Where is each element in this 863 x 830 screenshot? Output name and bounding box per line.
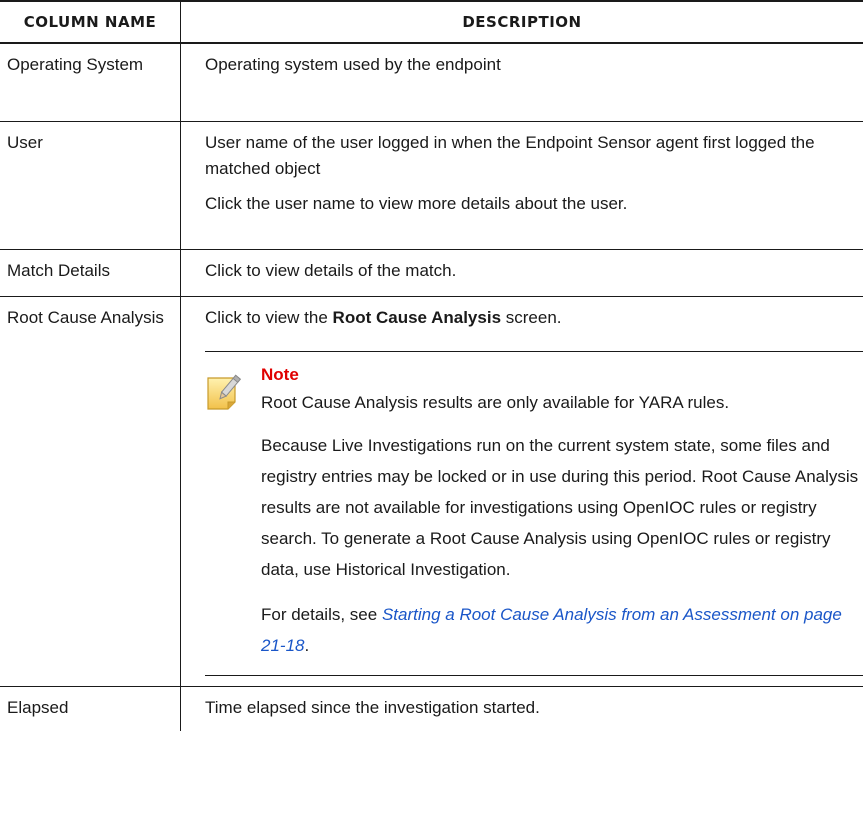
table-row: Match Details Click to view details of t… (0, 249, 863, 297)
header-column-name: Column Name (0, 0, 181, 44)
note-paragraph: Because Live Investigations run on the c… (261, 435, 859, 579)
note-paragraph: For details, see Starting a Root Cause A… (261, 599, 863, 661)
description-text: Click the user name to view more details… (205, 193, 628, 213)
note-paragraph: Root Cause Analysis results are only ava… (261, 392, 730, 412)
table-row: Root Cause Analysis Click to view the Ro… (0, 296, 863, 687)
note-pencil-icon (205, 362, 261, 661)
row-name: Root Cause Analysis (0, 296, 181, 687)
column-description-table: Column Name Description Operating System… (0, 0, 863, 731)
note-body: Note Root Cause Analysis results are onl… (261, 362, 863, 661)
table-row: Elapsed Time elapsed since the investiga… (0, 686, 863, 731)
header-description: Description (180, 0, 863, 44)
details-suffix: . (304, 635, 310, 655)
description-text: Click to view the Root Cause Analysis sc… (205, 305, 863, 331)
row-description: User name of the user logged in when the… (180, 121, 863, 250)
description-text: Operating system used by the endpoint (205, 55, 501, 74)
description-prefix: Click to view the (205, 307, 333, 327)
term-root-cause-analysis: Root Cause Analysis (332, 307, 502, 327)
note-box: Note Root Cause Analysis results are onl… (205, 350, 863, 676)
note-title: Note (261, 364, 299, 384)
row-name: Match Details (0, 249, 181, 297)
table-row: Operating System Operating system used b… (0, 43, 863, 122)
table-row: User User name of the user logged in whe… (0, 121, 863, 250)
description-text: Time elapsed since the investigation sta… (205, 697, 540, 717)
description-suffix: screen. (501, 307, 562, 327)
row-name: Elapsed (0, 686, 181, 731)
document-page: Column Name Description Operating System… (0, 0, 863, 830)
row-name: User (0, 121, 181, 250)
description-text: User name of the user logged in when the… (205, 132, 815, 178)
description-text: Click to view details of the match. (205, 260, 457, 280)
row-description: Time elapsed since the investigation sta… (181, 686, 863, 731)
row-description: Click to view details of the match. (180, 249, 863, 297)
details-prefix: For details, see (261, 604, 382, 624)
table-header-row: Column Name Description (0, 0, 863, 44)
row-name: Operating System (0, 43, 181, 122)
row-description: Click to view the Root Cause Analysis sc… (180, 296, 863, 687)
row-description: Operating system used by the endpoint (180, 43, 863, 122)
